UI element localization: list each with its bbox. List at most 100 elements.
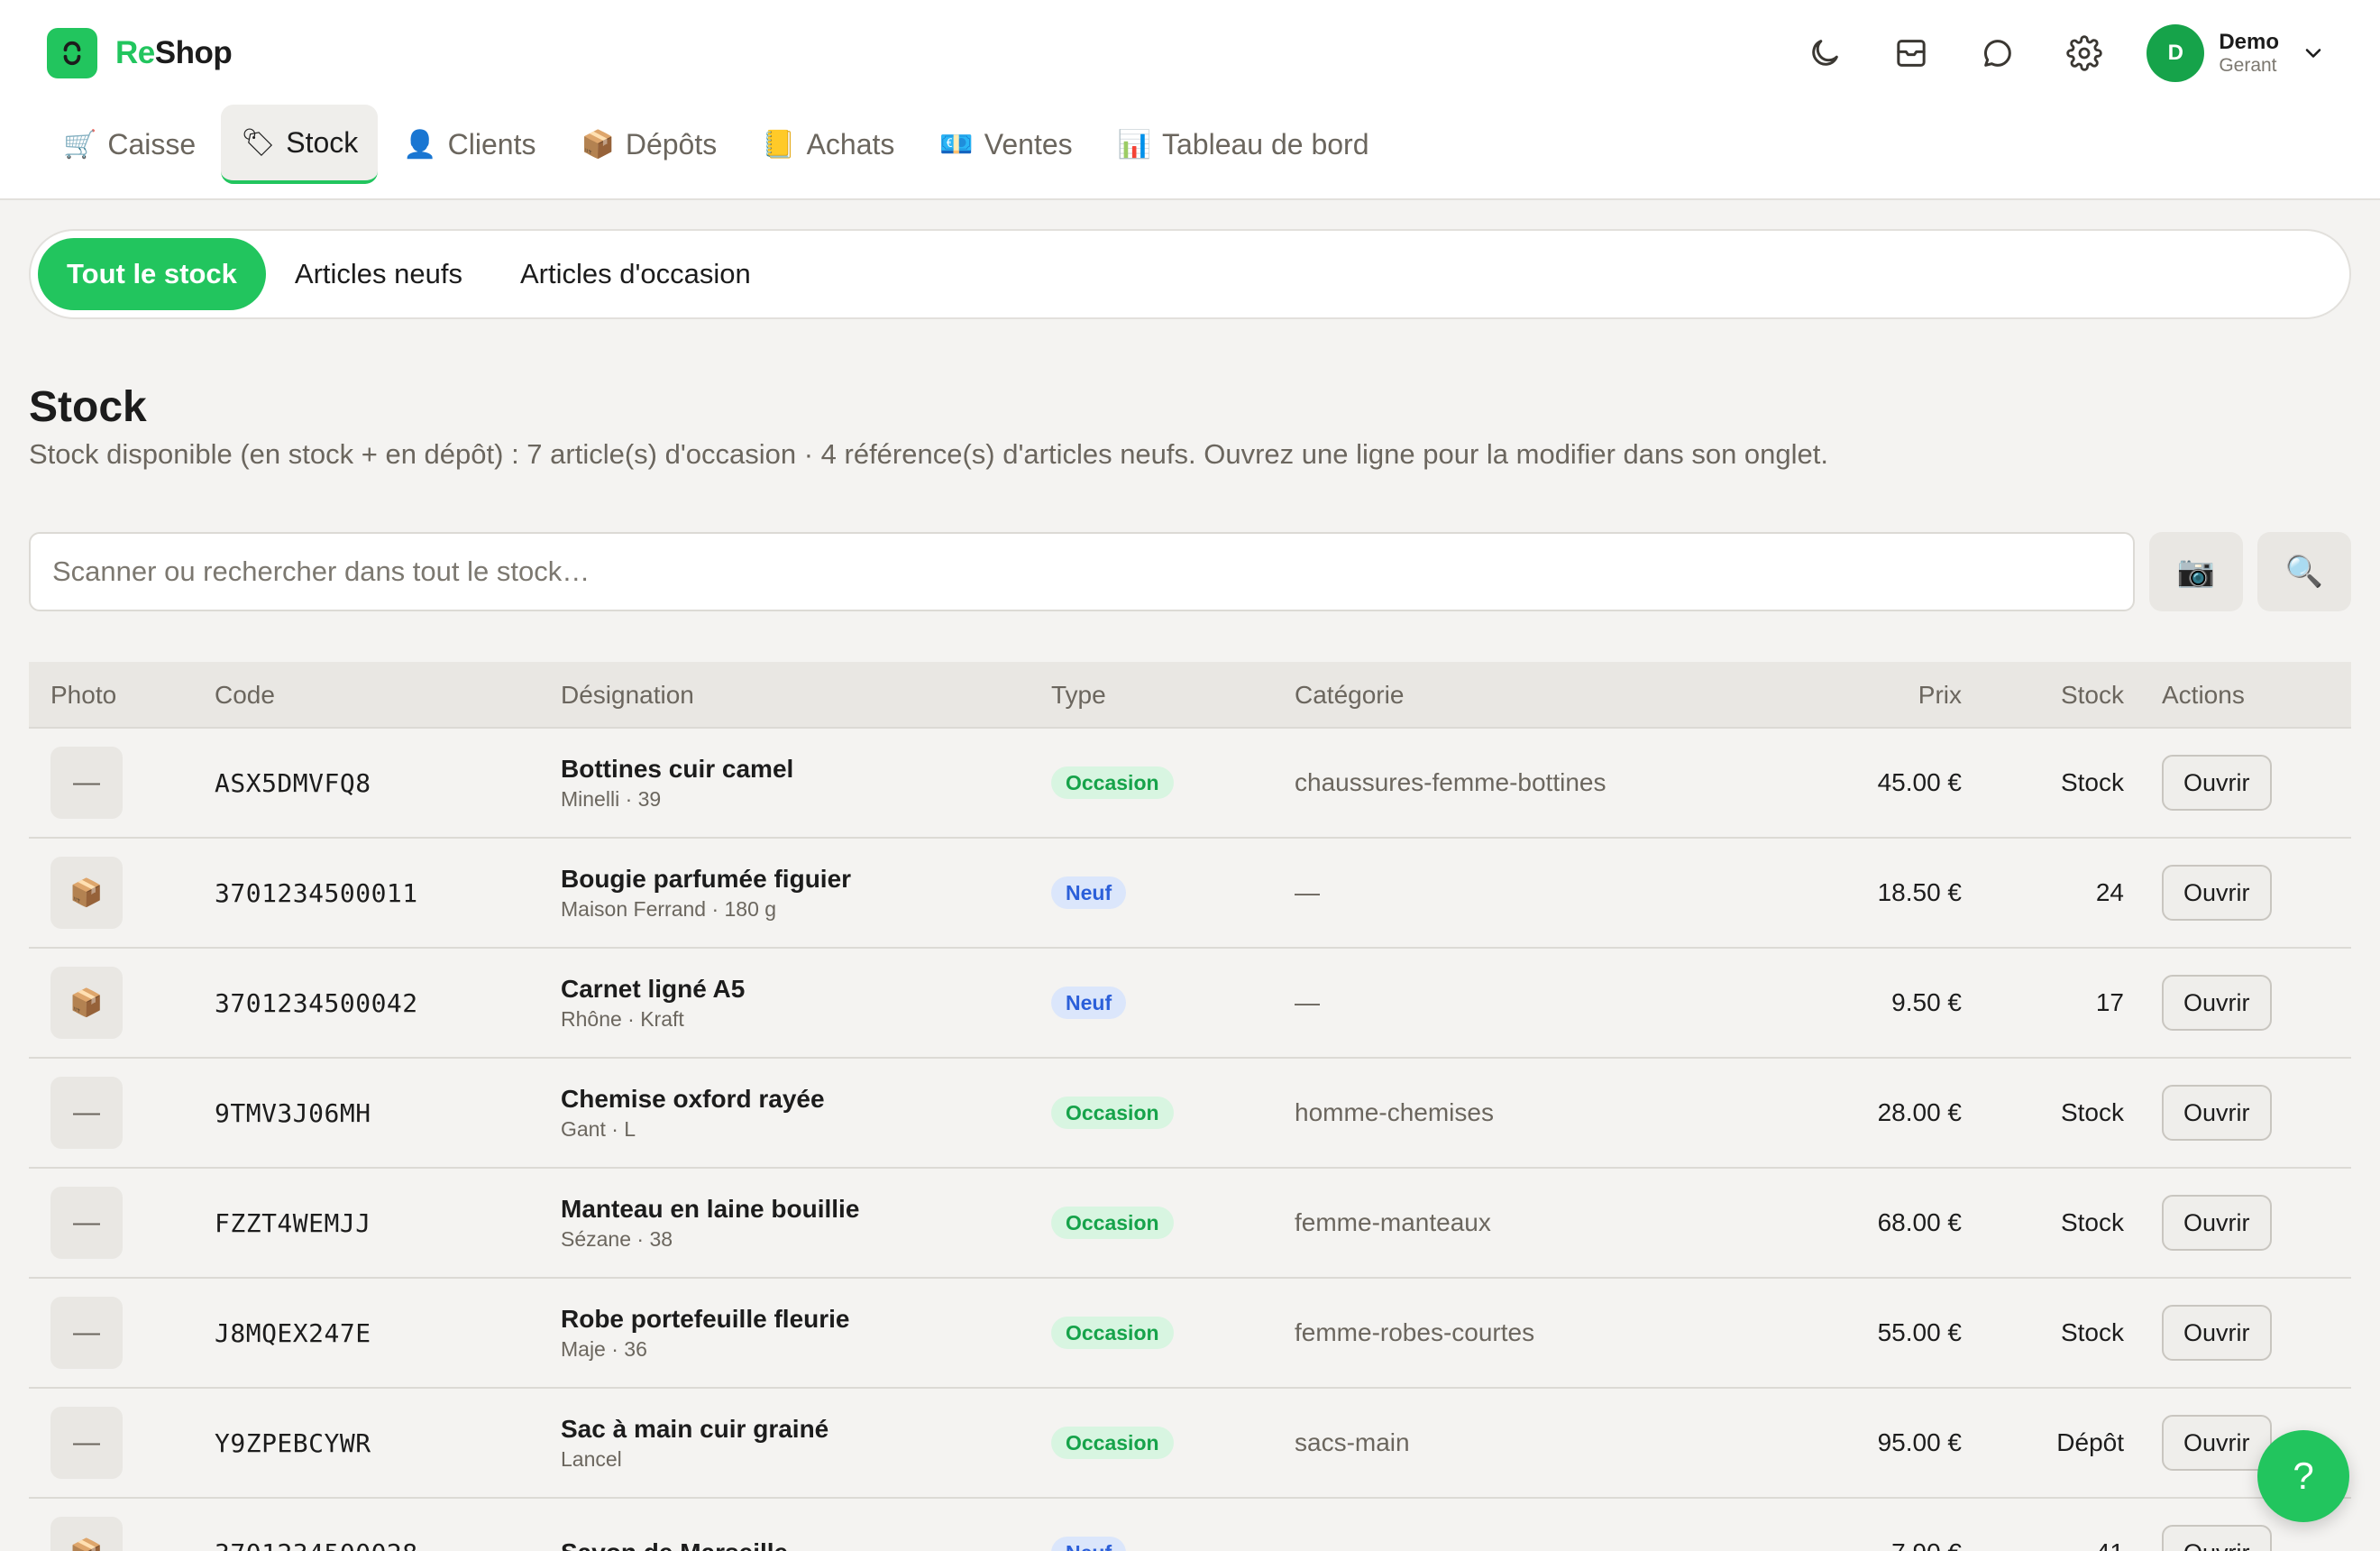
actions-cell: Ouvrir: [2162, 949, 2272, 1057]
item-code: ASX5DMVFQ8: [215, 767, 371, 798]
type-badge: Neuf: [1051, 987, 1127, 1019]
tab-icon: 🛒: [63, 129, 97, 160]
tab-clients[interactable]: 👤 Clients: [383, 105, 555, 184]
open-button[interactable]: Ouvrir: [2162, 1085, 2272, 1141]
tab-tableau-de-bord[interactable]: 📊 Tableau de bord: [1098, 105, 1389, 184]
photo-placeholder: —: [50, 747, 123, 819]
archive-icon: [1897, 40, 1926, 67]
photo-cell: —: [50, 729, 123, 837]
type-badge: Occasion: [1051, 1317, 1174, 1349]
logo-text: ReShop: [115, 35, 233, 70]
page-title: Stock: [29, 383, 147, 431]
item-subtitle: Minelli · 39: [561, 786, 662, 811]
messages-button[interactable]: [1968, 23, 2028, 83]
col-photo: Photo: [50, 681, 117, 709]
open-button[interactable]: Ouvrir: [2162, 1305, 2272, 1361]
open-button[interactable]: Ouvrir: [2162, 975, 2272, 1031]
subtab-0[interactable]: Tout le stock: [38, 238, 266, 310]
table-row[interactable]: 📦3701234500028Savon de MarseilleNeuf—7.9…: [29, 1499, 2351, 1551]
tab-icon: 📒: [762, 129, 796, 160]
tab-caisse[interactable]: 🛒 Caisse: [43, 105, 215, 184]
col-code: Code: [215, 681, 275, 709]
help-button[interactable]: ?: [2257, 1430, 2349, 1522]
tab-ventes[interactable]: 💶 Ventes: [920, 105, 1092, 184]
open-button[interactable]: Ouvrir: [2162, 1415, 2272, 1471]
photo-cell: —: [50, 1169, 123, 1277]
item-subtitle: Lancel: [561, 1446, 622, 1471]
type-badge: Occasion: [1051, 1097, 1174, 1129]
subtab-1[interactable]: Articles neufs: [266, 238, 491, 310]
tab-label: Stock: [286, 125, 359, 159]
header-actions: D Demo Gerant: [1768, 23, 2326, 83]
item-subtitle: Gant · L: [561, 1116, 636, 1141]
settings-button[interactable]: [2055, 23, 2114, 83]
open-button[interactable]: Ouvrir: [2162, 755, 2272, 811]
item-stock: Stock: [2060, 1098, 2124, 1126]
type-badge: Neuf: [1051, 876, 1127, 909]
chat-icon: [1984, 40, 2012, 67]
photo-placeholder: —: [50, 1297, 123, 1369]
main-nav: 🛒 Caisse 🏷 Stock 👤 Clients 📦 Dépôts 📒 Achats 💶 Vent…: [43, 105, 1395, 184]
tab-stock[interactable]: 🏷 Stock: [221, 105, 379, 184]
subtab-2[interactable]: Articles d'occasion: [491, 238, 780, 310]
open-button[interactable]: Ouvrir: [2162, 1195, 2272, 1251]
type-cell: Neuf: [1051, 839, 1127, 947]
item-name: Bougie parfumée figuier: [561, 864, 852, 893]
package-icon: 📦: [50, 1517, 123, 1551]
app-logo[interactable]: ReShop: [47, 27, 233, 79]
dark-mode-button[interactable]: [1795, 23, 1854, 83]
table-row[interactable]: — FZZT4WEMJJ Manteau en laine bouillie Séza…: [29, 1169, 2351, 1279]
avatar: D: [2147, 24, 2205, 82]
photo-cell: 📦: [50, 949, 123, 1057]
user-menu[interactable]: D Demo Gerant: [2147, 24, 2326, 82]
table-row[interactable]: — Y9ZPEBCYWR Sac à main cuir grainé Lancel O…: [29, 1389, 2351, 1499]
item-code: Y9ZPEBCYWR: [215, 1427, 371, 1458]
tab-label: Clients: [447, 127, 536, 161]
type-cell: Occasion: [1051, 1389, 1174, 1497]
item-code: J8MQEX247E: [215, 1317, 371, 1348]
tab-d-p-ts[interactable]: 📦 Dépôts: [561, 105, 737, 184]
item-designation: Manteau en laine bouillie Sézane · 38: [561, 1169, 859, 1277]
photo-cell: —: [50, 1389, 123, 1497]
table-row[interactable]: 📦 3701234500042 Carnet ligné A5 Rhône · Kra…: [29, 949, 2351, 1059]
item-name: Chemise oxford rayée: [561, 1084, 825, 1113]
type-badge: Occasion: [1051, 766, 1174, 799]
item-code: 3701234500042: [215, 987, 418, 1018]
item-category: femme-robes-courtes: [1295, 1318, 1535, 1346]
item-name: Sac à main cuir grainé: [561, 1414, 829, 1443]
item-designation: Bottines cuir camel Minelli · 39: [561, 729, 793, 837]
photo-placeholder: —: [50, 1187, 123, 1259]
item-designation: Bougie parfumée figuier Maison Ferrand · …: [561, 839, 851, 947]
actions-cell: Ouvrir: [2162, 729, 2272, 837]
tab-icon: 💶: [939, 129, 974, 160]
table-row[interactable]: — J8MQEX247E Robe portefeuille fleurie Maje…: [29, 1279, 2351, 1389]
item-name: Savon de Marseille: [561, 1538, 788, 1551]
table-row[interactable]: — 9TMV3J06MH Chemise oxford rayée Gant · L O…: [29, 1059, 2351, 1169]
item-code: FZZT4WEMJJ: [215, 1207, 371, 1238]
open-button[interactable]: Ouvrir: [2162, 865, 2272, 921]
archive-button[interactable]: [1881, 23, 1941, 83]
actions-cell: Ouvrir: [2162, 839, 2272, 947]
col-actions: Actions: [2162, 681, 2245, 709]
stock-search-input[interactable]: [29, 532, 2135, 611]
search-icon: 🔍: [2284, 555, 2324, 589]
item-stock: 24: [2095, 878, 2124, 906]
actions-cell: Ouvrir: [2162, 1169, 2272, 1277]
item-subtitle: Sézane · 38: [561, 1226, 673, 1251]
item-code: 3701234500028: [215, 1499, 418, 1551]
table-header: Photo Code Désignation Type Catégorie Pr…: [29, 662, 2351, 729]
stock-table: Photo Code Désignation Type Catégorie Pr…: [29, 662, 2351, 1551]
tab-label: Achats: [806, 127, 895, 161]
tab-achats[interactable]: 📒 Achats: [742, 105, 914, 184]
item-stock: Stock: [2060, 1208, 2124, 1236]
table-row[interactable]: — ASX5DMVFQ8 Bottines cuir camel Minelli · …: [29, 729, 2351, 839]
item-category: femme-manteaux: [1295, 1208, 1491, 1236]
item-designation: Sac à main cuir grainé Lancel: [561, 1389, 828, 1497]
scan-camera-button[interactable]: 📷: [2149, 532, 2243, 611]
open-button[interactable]: Ouvrir: [2162, 1525, 2272, 1551]
search-button[interactable]: 🔍: [2257, 532, 2351, 611]
type-badge: Occasion: [1051, 1427, 1174, 1459]
chevron-down-icon: [2305, 49, 2321, 58]
item-designation: Savon de Marseille: [561, 1499, 788, 1551]
table-row[interactable]: 📦 3701234500011 Bougie parfumée figuier Mai…: [29, 839, 2351, 949]
